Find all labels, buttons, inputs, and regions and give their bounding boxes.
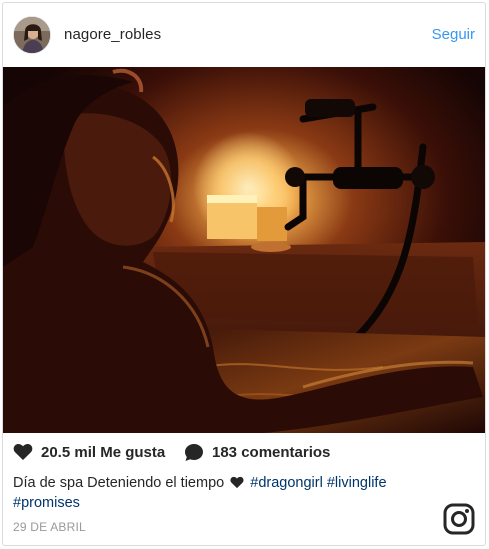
avatar-portrait-icon xyxy=(14,17,50,53)
post-photo[interactable] xyxy=(3,67,485,433)
post-header: nagore_robles Seguir xyxy=(3,3,485,67)
comments-count: 183 comentarios xyxy=(212,444,331,461)
hashtag-link[interactable]: #dragongirl xyxy=(250,475,323,491)
bath-photo xyxy=(3,67,485,433)
instagram-glyph-icon xyxy=(443,503,475,535)
post-actions: 20.5 mil Me gusta 183 comentarios xyxy=(3,441,485,471)
instagram-logo-icon[interactable] xyxy=(443,503,475,535)
likes-count: 20.5 mil Me gusta xyxy=(41,443,166,461)
like-button[interactable]: 20.5 mil Me gusta xyxy=(13,443,165,461)
heart-icon xyxy=(230,476,244,489)
instagram-embed-card: nagore_robles Seguir 20.5 mil Me gusta 1… xyxy=(2,2,486,546)
post-date: 29 DE ABRIL xyxy=(13,520,86,534)
comments-button[interactable]: 183 comentarios xyxy=(184,443,330,462)
comment-bubble-icon xyxy=(185,444,203,461)
hashtag-link[interactable]: #promises xyxy=(13,495,80,511)
caption-text: Día de spa Deteniendo el tiempo xyxy=(13,475,225,491)
hashtag-link[interactable]: #livinglife xyxy=(327,475,387,491)
post-caption: Día de spa Deteniendo el tiempo #dragong… xyxy=(13,473,443,513)
username-link[interactable]: nagore_robles xyxy=(64,26,161,43)
avatar[interactable] xyxy=(13,16,51,54)
follow-button[interactable]: Seguir xyxy=(432,26,475,43)
heart-icon xyxy=(13,444,33,460)
